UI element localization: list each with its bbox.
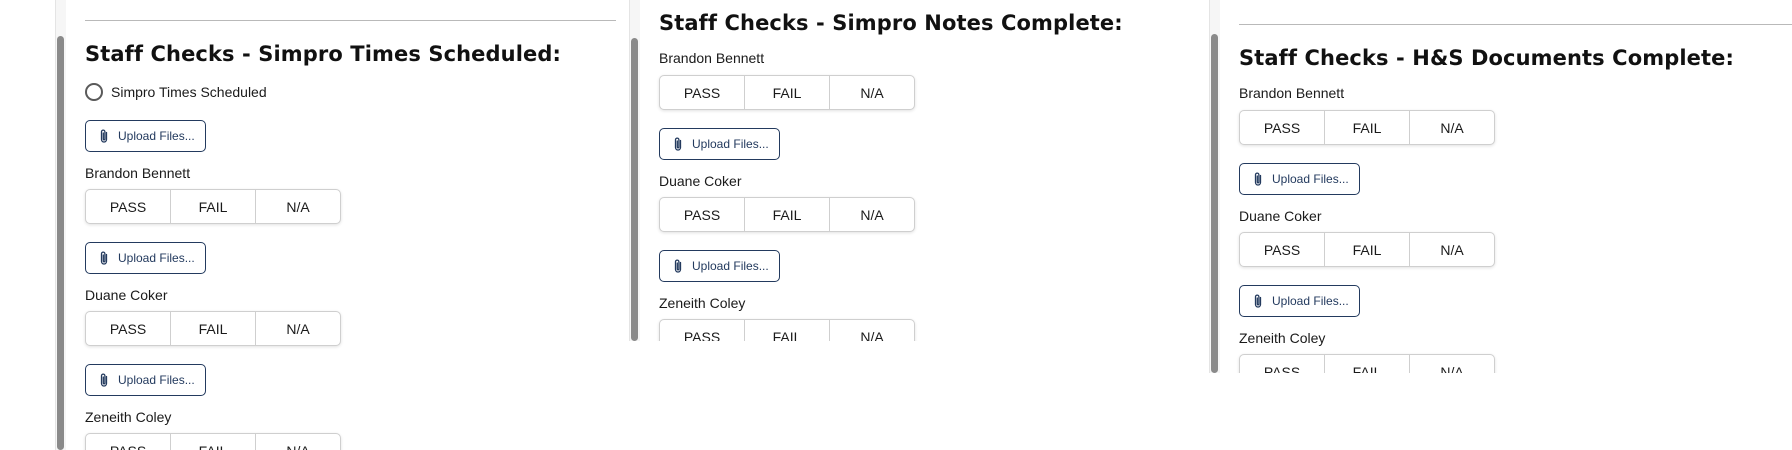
pass-fail-na-group: PASS FAIL N/A: [85, 189, 341, 224]
upload-files-button[interactable]: Upload Files...: [85, 364, 206, 396]
panel-simpro-notes: Staff Checks - Simpro Notes Complete: Br…: [629, 0, 1190, 341]
paperclip-icon: [100, 129, 108, 143]
fail-button[interactable]: FAIL: [171, 190, 256, 223]
na-button[interactable]: N/A: [1410, 355, 1494, 374]
na-button[interactable]: N/A: [830, 320, 914, 342]
pass-fail-na-group: PASS FAIL N/A: [1239, 232, 1495, 267]
na-button[interactable]: N/A: [256, 312, 340, 345]
paperclip-icon: [674, 137, 682, 151]
staff-name: Zeneith Coley: [659, 295, 746, 311]
staff-name: Duane Coker: [659, 173, 742, 189]
upload-files-button[interactable]: Upload Files...: [85, 120, 206, 152]
na-button[interactable]: N/A: [830, 198, 914, 231]
pass-button[interactable]: PASS: [660, 320, 745, 341]
fail-button[interactable]: FAIL: [1325, 233, 1410, 266]
scrollbar-thumb[interactable]: [1211, 34, 1218, 373]
section-title: Staff Checks - H&S Documents Complete:: [1239, 46, 1734, 70]
upload-files-button[interactable]: Upload Files...: [659, 250, 780, 282]
fail-button[interactable]: FAIL: [745, 76, 830, 109]
scrollbar-thumb[interactable]: [57, 36, 64, 450]
upload-files-button[interactable]: Upload Files...: [85, 242, 206, 274]
radio-label: Simpro Times Scheduled: [111, 84, 267, 100]
upload-files-button[interactable]: Upload Files...: [1239, 285, 1360, 317]
na-button[interactable]: N/A: [1410, 233, 1494, 266]
paperclip-icon: [100, 373, 108, 387]
pass-fail-na-group: PASS FAIL N/A: [85, 311, 341, 346]
staff-name: Zeneith Coley: [85, 409, 172, 425]
pass-fail-na-group: PASS FAIL N/A: [1239, 354, 1495, 373]
staff-name: Brandon Bennett: [1239, 85, 1345, 101]
paperclip-icon: [100, 251, 108, 265]
section-divider: [1239, 24, 1792, 25]
na-button[interactable]: N/A: [256, 190, 340, 223]
upload-label: Upload Files...: [118, 373, 195, 387]
paperclip-icon: [1254, 294, 1262, 308]
section-divider: [85, 20, 616, 21]
upload-label: Upload Files...: [118, 129, 195, 143]
simpro-times-radio[interactable]: Simpro Times Scheduled: [85, 83, 267, 101]
staff-name: Zeneith Coley: [1239, 330, 1326, 346]
pass-button[interactable]: PASS: [1240, 355, 1325, 373]
fail-button[interactable]: FAIL: [171, 434, 256, 450]
pass-button[interactable]: PASS: [86, 434, 171, 450]
upload-label: Upload Files...: [118, 251, 195, 265]
pass-button[interactable]: PASS: [1240, 233, 1325, 266]
pass-button[interactable]: PASS: [1240, 111, 1325, 144]
upload-files-button[interactable]: Upload Files...: [659, 128, 780, 160]
fail-button[interactable]: FAIL: [745, 198, 830, 231]
panel-simpro-times: Staff Checks - Simpro Times Scheduled: S…: [55, 0, 616, 450]
paperclip-icon: [674, 259, 682, 273]
na-button[interactable]: N/A: [256, 434, 340, 450]
pass-fail-na-group: PASS FAIL N/A: [659, 197, 915, 232]
na-button[interactable]: N/A: [1410, 111, 1494, 144]
pass-fail-na-group: PASS FAIL N/A: [659, 75, 915, 110]
pass-fail-na-group: PASS FAIL N/A: [85, 433, 341, 450]
fail-button[interactable]: FAIL: [171, 312, 256, 345]
pass-button[interactable]: PASS: [86, 312, 171, 345]
staff-name: Duane Coker: [1239, 208, 1322, 224]
na-button[interactable]: N/A: [830, 76, 914, 109]
staff-name: Duane Coker: [85, 287, 168, 303]
radio-circle[interactable]: [85, 83, 103, 101]
upload-label: Upload Files...: [1272, 294, 1349, 308]
paperclip-icon: [1254, 172, 1262, 186]
pass-fail-na-group: PASS FAIL N/A: [1239, 110, 1495, 145]
upload-label: Upload Files...: [692, 137, 769, 151]
section-title: Staff Checks - Simpro Times Scheduled:: [85, 42, 561, 66]
pass-button[interactable]: PASS: [660, 76, 745, 109]
fail-button[interactable]: FAIL: [1325, 355, 1410, 373]
fail-button[interactable]: FAIL: [745, 320, 830, 341]
staff-name: Brandon Bennett: [659, 50, 765, 66]
staff-name: Brandon Bennett: [85, 165, 191, 181]
section-title: Staff Checks - Simpro Notes Complete:: [659, 11, 1123, 35]
scrollbar-thumb[interactable]: [631, 38, 638, 341]
pass-fail-na-group: PASS FAIL N/A: [659, 319, 915, 341]
pass-button[interactable]: PASS: [86, 190, 171, 223]
upload-files-button[interactable]: Upload Files...: [1239, 163, 1360, 195]
upload-label: Upload Files...: [1272, 172, 1349, 186]
upload-label: Upload Files...: [692, 259, 769, 273]
pass-button[interactable]: PASS: [660, 198, 745, 231]
panel-hs-documents: Staff Checks - H&S Documents Complete: B…: [1209, 0, 1792, 373]
fail-button[interactable]: FAIL: [1325, 111, 1410, 144]
